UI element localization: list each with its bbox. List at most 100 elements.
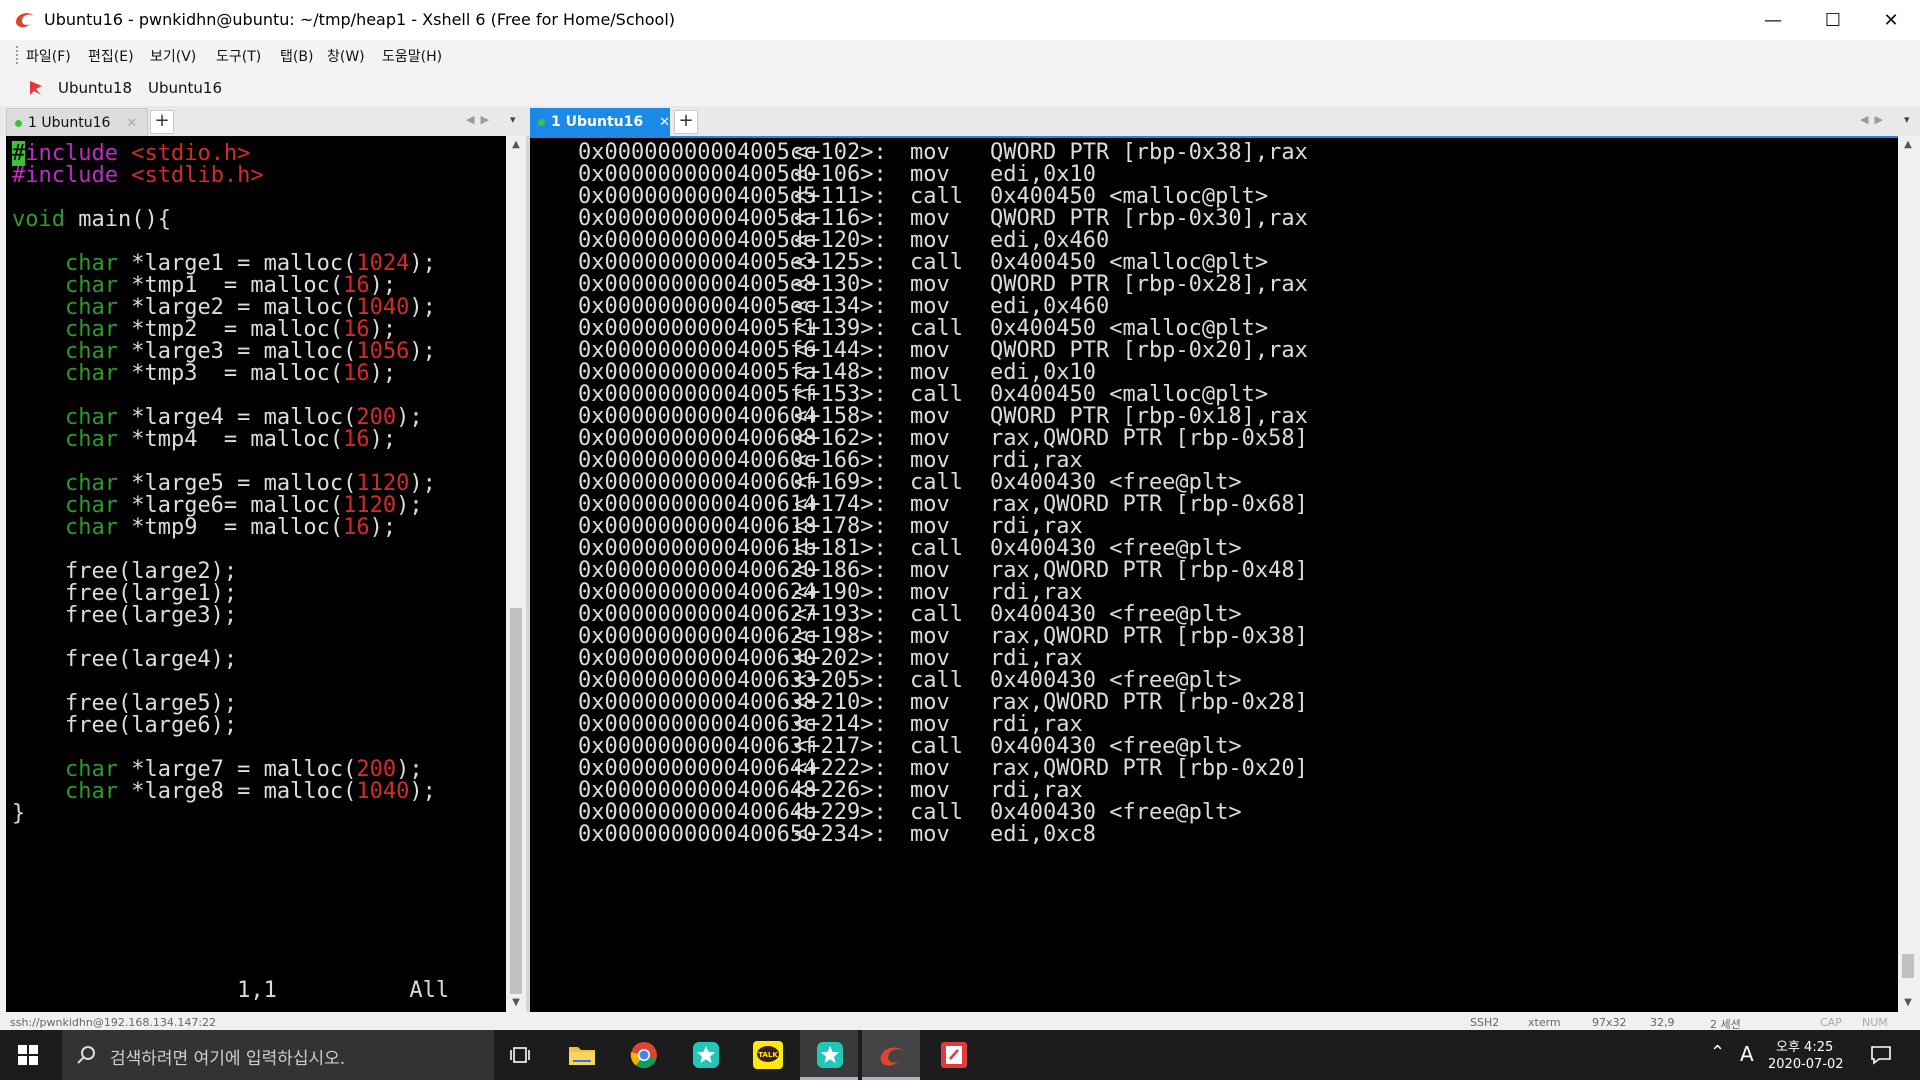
tab-close-icon[interactable]: ✕ — [659, 115, 670, 130]
scroll-up-icon[interactable]: ▲ — [506, 136, 526, 154]
close-button[interactable]: ✕ — [1862, 0, 1920, 40]
source-line: free(large1); — [12, 580, 436, 606]
disasm-row: 0x000000000040062c <+198>: mov rax,QWORD PT… — [578, 626, 1778, 648]
instruction-mnemonic: mov — [910, 360, 950, 385]
menu-tab[interactable]: 탭(B) — [280, 46, 313, 66]
code-token: *tmp3 = malloc( — [117, 361, 344, 386]
file-explorer-icon[interactable] — [564, 1037, 600, 1073]
windows-start-icon[interactable] — [18, 1045, 38, 1065]
instruction-mnemonic: mov — [910, 756, 950, 781]
disasm-row: 0x0000000000400644 <+222>: mov rax,QWORD PT… — [578, 758, 1778, 780]
code-token: ); — [409, 251, 436, 276]
menu-help[interactable]: 도움말(H) — [382, 46, 442, 66]
task-view-icon[interactable] — [502, 1037, 538, 1073]
source-line: char *tmp4 = malloc(16); — [12, 426, 436, 452]
disasm-row: 0x0000000000400648 <+226>: mov rdi,rax — [578, 780, 1778, 802]
tray-overflow-icon[interactable]: ⌃ — [1710, 1042, 1725, 1063]
ime-indicator[interactable]: A — [1740, 1042, 1754, 1066]
source-editor[interactable]: #include <stdio.h> #include <stdlib.h> vo… — [12, 140, 436, 826]
instruction-mnemonic: mov — [910, 690, 950, 715]
tab-menu-icon[interactable]: ▾ — [510, 113, 522, 126]
left-terminal-pane[interactable]: #include <stdio.h> #include <stdlib.h> vo… — [6, 136, 506, 1012]
tab-prev-icon[interactable]: ◀ — [466, 113, 480, 126]
menu-window[interactable]: 창(W) — [327, 46, 365, 66]
tab-next-icon[interactable]: ▶ — [480, 113, 494, 126]
source-line: free(large6); — [12, 712, 436, 738]
tab-prev-icon[interactable]: ◀ — [1860, 113, 1874, 126]
new-tab-button[interactable]: + — [674, 110, 698, 134]
session-link-ubuntu16[interactable]: Ubuntu16 — [148, 79, 222, 97]
right-terminal-pane[interactable]: 0x00000000004005cc <+102>: mov QWORD PTR [r… — [530, 136, 1898, 1012]
left-scrollbar[interactable]: ▲ ▼ — [506, 136, 526, 1012]
instruction-address: 0x00000000004005cc — [578, 140, 817, 165]
source-line: void main(){ — [12, 206, 436, 232]
code-token: free(large6); — [12, 713, 238, 738]
instruction-address: 0x0000000000400620 — [578, 558, 817, 583]
instruction-mnemonic: mov — [910, 712, 950, 737]
instruction-offset: <+202>: — [794, 646, 887, 671]
tab-next-icon[interactable]: ▶ — [1874, 113, 1888, 126]
new-tab-button[interactable]: + — [150, 110, 174, 134]
search-icon — [77, 1046, 95, 1064]
xftp-icon[interactable] — [936, 1037, 972, 1073]
instruction-address: 0x0000000000400618 — [578, 514, 817, 539]
xshell-taskbar-icon[interactable] — [874, 1037, 910, 1073]
clock-time[interactable]: 오후 4:25 — [1776, 1036, 1833, 1055]
instruction-offset: <+148>: — [794, 360, 887, 385]
session-count: 2 세션 — [1710, 1018, 1741, 1030]
scroll-thumb[interactable] — [1902, 954, 1914, 978]
tab-scroll-arrows-icon[interactable]: ◀▶ — [1860, 113, 1889, 126]
right-scrollbar[interactable]: ▲ ▼ — [1898, 136, 1918, 1012]
instruction-operands: rdi,rax — [990, 580, 1083, 605]
disasm-row: 0x000000000040060f <+169>: call 0x400430 <f… — [578, 472, 1778, 494]
taskbar-search-box[interactable]: 검색하려면 여기에 입력하십시오. — [62, 1030, 494, 1080]
disasm-row: 0x0000000000400633 <+205>: call 0x400430 <f… — [578, 670, 1778, 692]
kakaotalk-icon[interactable]: TALK — [750, 1037, 786, 1073]
instruction-mnemonic: call — [910, 382, 963, 407]
chrome-icon[interactable] — [626, 1037, 662, 1073]
app-star-orange-icon[interactable] — [812, 1037, 848, 1073]
instruction-offset: <+158>: — [794, 404, 887, 429]
instruction-offset: <+102>: — [794, 140, 887, 165]
code-token: *tmp9 = malloc( — [117, 515, 344, 540]
minimize-button[interactable]: — — [1744, 0, 1802, 40]
menu-file[interactable]: 파일(F) — [26, 46, 71, 66]
disasm-row: 0x0000000000400608 <+162>: mov rax,QWORD PT… — [578, 428, 1778, 450]
instruction-operands: QWORD PTR [rbp-0x20],rax — [990, 338, 1308, 363]
instruction-address: 0x000000000040063f — [578, 734, 817, 759]
tab-right-ubuntu16[interactable]: 1 Ubuntu16 ✕ — [530, 108, 670, 136]
notification-icon[interactable] — [1870, 1044, 1892, 1066]
instruction-operands: 0x400450 <malloc@plt> — [990, 382, 1269, 407]
tab-menu-icon[interactable]: ▾ — [1904, 113, 1916, 126]
instruction-operands: rax,QWORD PTR [rbp-0x38] — [990, 624, 1308, 649]
instruction-address: 0x0000000000400608 — [578, 426, 817, 451]
instruction-mnemonic: mov — [910, 140, 950, 165]
scroll-down-icon[interactable]: ▼ — [1898, 994, 1918, 1012]
menu-tools[interactable]: 도구(T) — [216, 46, 261, 66]
instruction-offset: <+178>: — [794, 514, 887, 539]
tab-left-ubuntu16[interactable]: 1 Ubuntu16 ✕ — [6, 108, 148, 138]
scroll-down-icon[interactable]: ▼ — [506, 994, 526, 1012]
terminal-size: 97x32 — [1592, 1018, 1627, 1029]
scroll-up-icon[interactable]: ▲ — [1898, 136, 1918, 154]
tab-close-icon[interactable]: ✕ — [126, 116, 137, 131]
code-token: char — [64, 779, 118, 804]
instruction-offset: <+234>: — [794, 822, 887, 847]
disasm-row: 0x000000000040063f <+217>: call 0x400430 <f… — [578, 736, 1778, 758]
menu-edit[interactable]: 편집(E) — [88, 46, 134, 66]
status-bar: ssh://pwnkidhn@192.168.134.147:22 SSH2 x… — [0, 1018, 1920, 1030]
session-link-ubuntu18[interactable]: Ubuntu18 — [58, 79, 132, 97]
instruction-operands: edi,0xc8 — [990, 822, 1096, 847]
instruction-operands: 0x400450 <malloc@plt> — [990, 316, 1269, 341]
maximize-button[interactable]: ☐ — [1804, 0, 1862, 40]
clock-date[interactable]: 2020-07-02 — [1768, 1057, 1844, 1072]
app-star-teal-icon[interactable] — [688, 1037, 724, 1073]
instruction-offset: <+174>: — [794, 492, 887, 517]
instruction-offset: <+181>: — [794, 536, 887, 561]
menu-view[interactable]: 보기(V) — [150, 46, 196, 66]
instruction-mnemonic: call — [910, 184, 963, 209]
instruction-address: 0x000000000040061b — [578, 536, 817, 561]
tab-scroll-arrows-icon[interactable]: ◀▶ — [466, 113, 495, 126]
scroll-thumb[interactable] — [510, 608, 522, 994]
instruction-address: 0x000000000040060f — [578, 470, 817, 495]
